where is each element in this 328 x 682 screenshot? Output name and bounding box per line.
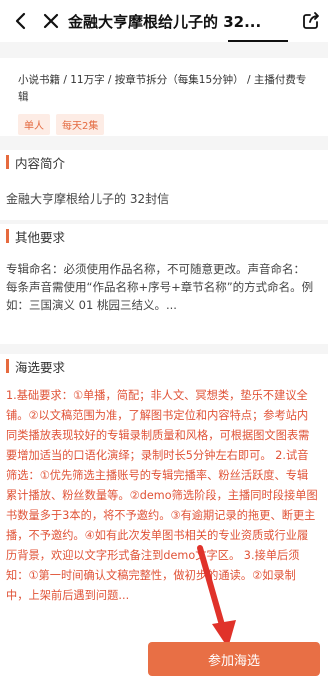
section-accent-bar [6,359,9,373]
book-info-card: 小说书籍 / 11万字 / 按章节拆分（每集15分钟） / 主播付费专辑 单人 … [0,58,328,136]
audition-heading: 海选要求 [0,354,328,378]
top-bar: 金融大亨摩根给儿子的 32... [0,0,328,42]
page-title: 金融大亨摩根给儿子的 32... [68,12,262,31]
close-icon[interactable] [36,0,66,42]
tag-list: 单人 每天2集 [18,114,310,135]
tag-narration-type: 单人 [18,114,50,135]
intro-heading: 内容简介 [0,150,328,174]
other-requirements-heading-text: 其他要求 [15,229,66,245]
other-requirements-heading: 其他要求 [0,224,328,248]
share-icon[interactable] [294,0,328,42]
other-requirements-section: 其他要求 专辑命名：必须使用作品名称，不可随意更改。声音命名：每条声音需使用“作… [0,224,328,344]
tag-update-frequency: 每天2集 [56,114,105,135]
intro-section: 内容简介 金融大亨摩根给儿子的 32封信 [0,150,328,220]
audition-heading-text: 海选要求 [15,359,66,375]
back-icon[interactable] [6,0,36,42]
intro-text: 金融大亨摩根给儿子的 32封信 [6,192,170,206]
other-requirements-text: 专辑命名：必须使用作品名称，不可随意更改。声音命名：每条声音需使用“作品名称+序… [6,262,314,312]
section-accent-bar [6,155,9,169]
join-audition-button[interactable]: 参加海选 [148,642,320,676]
intro-heading-text: 内容简介 [15,155,66,171]
audition-section: 海选要求 1.基础要求：①单播，简配；非人文、冥想类，垫乐不建议全铺。②以文稿范… [0,354,328,682]
audition-requirements-text: 1.基础要求：①单播，简配；非人文、冥想类，垫乐不建议全铺。②以文稿范围为准，了… [6,389,318,602]
book-meta: 小说书籍 / 11万字 / 按章节拆分（每集15分钟） / 主播付费专辑 [18,74,307,103]
section-accent-bar [6,229,9,243]
title-underline [228,40,288,42]
